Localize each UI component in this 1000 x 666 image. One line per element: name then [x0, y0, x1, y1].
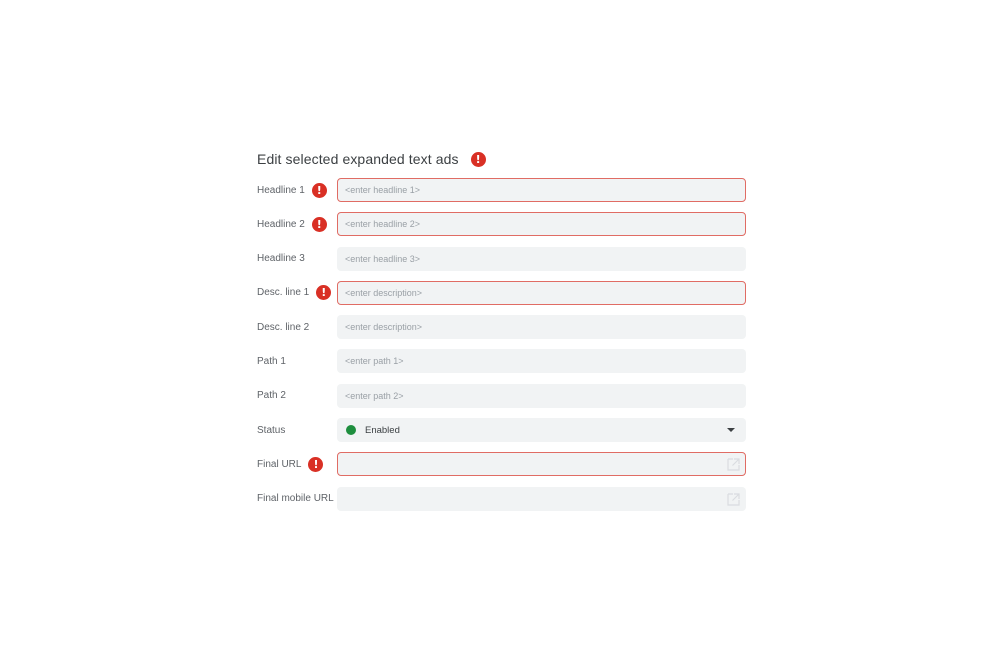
final-url-input[interactable] — [345, 459, 738, 470]
status-enabled-dot-icon — [346, 425, 356, 436]
desc-line-1-input[interactable] — [345, 287, 738, 298]
final-url-field[interactable] — [337, 452, 746, 477]
path-2-input[interactable] — [345, 390, 738, 401]
field-label: Desc. line 2 — [257, 321, 310, 333]
field-label: Desc. line 1 — [257, 287, 310, 299]
field-row-desc-line-1: Desc. line 1! — [257, 280, 747, 305]
field-row-final-url: Final URL! — [257, 452, 747, 477]
status-value: Enabled — [365, 424, 400, 436]
field-row-path-1: Path 1 — [257, 349, 747, 374]
error-icon: ! — [311, 182, 327, 198]
field-row-headline-1: Headline 1! — [257, 178, 747, 202]
headline-2-input[interactable] — [345, 219, 738, 230]
field-label: Path 2 — [257, 390, 286, 402]
path-1-input[interactable] — [345, 356, 738, 367]
panel-title: Edit selected expanded text ads — [257, 151, 459, 167]
headline-3-field[interactable] — [337, 246, 746, 271]
headline-1-field[interactable] — [337, 178, 746, 202]
error-icon: ! — [470, 151, 486, 167]
title-row: Edit selected expanded text ads ! — [257, 148, 747, 170]
field-label: Final mobile URL — [257, 493, 334, 505]
status-dropdown[interactable]: Enabled — [337, 418, 746, 443]
headline-3-input[interactable] — [345, 253, 738, 264]
field-label: Final URL — [257, 458, 302, 470]
field-row-headline-3: Headline 3 — [257, 246, 747, 271]
open-in-new-icon[interactable] — [727, 458, 740, 471]
desc-line-2-field[interactable] — [337, 315, 746, 340]
field-row-final-mobile-url: Final mobile URL — [257, 486, 747, 511]
headline-2-field[interactable] — [337, 212, 746, 237]
desc-line-2-input[interactable] — [345, 322, 738, 333]
field-label: Headline 3 — [257, 253, 305, 265]
field-label: Status — [257, 424, 286, 436]
error-icon: ! — [311, 216, 327, 232]
final-mobile-url-field[interactable] — [337, 486, 746, 511]
edit-ads-panel: Edit selected expanded text ads ! Headli… — [257, 148, 747, 521]
error-icon: ! — [316, 285, 332, 301]
path-2-field[interactable] — [337, 383, 746, 408]
final-mobile-url-input[interactable] — [345, 493, 738, 504]
field-label: Path 1 — [257, 355, 286, 367]
open-in-new-icon[interactable] — [727, 493, 740, 506]
desc-line-1-field[interactable] — [337, 280, 746, 305]
field-row-headline-2: Headline 2! — [257, 212, 747, 237]
field-label: Headline 2 — [257, 218, 305, 230]
field-row-desc-line-2: Desc. line 2 — [257, 315, 747, 340]
path-1-field[interactable] — [337, 349, 746, 374]
field-label: Headline 1 — [257, 184, 305, 196]
headline-1-input[interactable] — [345, 185, 738, 195]
field-row-status: Status Enabled — [257, 418, 747, 443]
chevron-down-icon[interactable] — [727, 428, 735, 433]
field-row-path-2: Path 2 — [257, 383, 747, 408]
error-icon: ! — [308, 456, 324, 472]
